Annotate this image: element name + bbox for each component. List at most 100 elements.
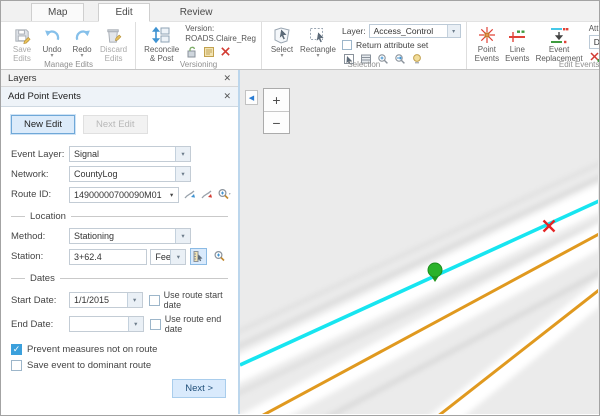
chevron-down-icon: ▾: [316, 54, 319, 58]
return-attribute-checkbox[interactable]: [342, 40, 352, 50]
map-view[interactable]: ◀ + −: [240, 70, 599, 414]
next-button[interactable]: Next >: [172, 379, 226, 398]
group-label-versioning: Versioning: [136, 60, 261, 69]
version-value: ROADS.Claire_Reg: [185, 34, 256, 44]
group-manage-edits: Save Edits Undo ▾ Redo ▾ Discar: [2, 22, 136, 69]
group-label-edit-events: Edit Events: [467, 60, 600, 69]
unlock-icon[interactable]: [185, 45, 198, 58]
station-input[interactable]: 3+62.4: [69, 249, 147, 265]
undo-button[interactable]: Undo ▾: [38, 24, 66, 59]
group-versioning: Reconcile & Post Version: ROADS.Claire_R…: [136, 22, 262, 69]
chevron-down-icon: ▾: [447, 25, 460, 37]
prevent-measures-checkbox[interactable]: ✓: [11, 344, 22, 355]
close-icon[interactable]: ✕: [223, 91, 231, 102]
event-replacement-icon: [549, 25, 569, 45]
save-edits-button[interactable]: Save Edits: [8, 24, 36, 64]
new-edit-button[interactable]: New Edit: [11, 115, 75, 134]
chevron-down-icon: ▾: [127, 293, 142, 307]
chevron-down-icon: ▾: [280, 54, 283, 58]
zoom-to-route-icon[interactable]: [217, 186, 232, 203]
station-units-dropdown[interactable]: Feet ▾: [150, 249, 186, 265]
map-background: [240, 70, 598, 414]
chevron-down-icon: ▾: [50, 54, 53, 58]
app-window: Map Edit Review Save Edits Undo ▾: [0, 0, 600, 416]
collapse-left-icon: ◀: [249, 94, 254, 102]
redo-button[interactable]: Redo ▾: [68, 24, 96, 59]
save-icon: [12, 25, 32, 45]
chevron-down-icon: ▾: [175, 147, 190, 161]
select-route-from-selection-icon[interactable]: [200, 186, 213, 203]
pick-station-on-map-icon[interactable]: [190, 248, 207, 265]
dates-section-divider: Dates: [11, 273, 228, 284]
save-to-dominant-checkbox[interactable]: [11, 360, 22, 371]
post-version-icon[interactable]: [202, 45, 215, 58]
map-zoom-control: + −: [263, 88, 290, 134]
station-label: Station:: [11, 251, 69, 262]
ribbon: Save Edits Undo ▾ Redo ▾ Discar: [1, 21, 599, 70]
line-events-icon: [507, 25, 527, 45]
delete-version-icon[interactable]: [219, 45, 232, 58]
layer-dropdown[interactable]: Access_Control ▾: [369, 24, 461, 38]
chevron-down-icon: ▾: [80, 54, 83, 58]
chevron-down-icon: ▾: [128, 317, 143, 331]
add-point-events-header[interactable]: Add Point Events ✕: [1, 87, 238, 107]
use-route-end-date-label: Use route end date: [165, 314, 228, 334]
reconcile-icon: [152, 25, 172, 45]
event-layer-dropdown[interactable]: Signal ▾: [69, 146, 191, 162]
trash-icon: [104, 25, 124, 45]
attribute-set-dropdown[interactable]: Default ▾: [589, 35, 600, 49]
zoom-in-button[interactable]: +: [264, 89, 289, 111]
tab-review[interactable]: Review: [164, 4, 229, 21]
chevron-down-icon: ▾: [170, 250, 185, 264]
chevron-down-icon: ▾: [175, 229, 190, 243]
network-dropdown[interactable]: CountyLog ▾: [69, 166, 191, 182]
method-dropdown[interactable]: Stationing ▾: [69, 228, 191, 244]
use-route-start-date-checkbox[interactable]: [149, 295, 160, 306]
close-icon[interactable]: ✕: [223, 73, 231, 84]
event-replacement-button[interactable]: Event Replacement: [534, 24, 585, 64]
group-edit-events: Point Events Line Events Event Replaceme…: [467, 22, 600, 69]
redo-icon: [72, 25, 92, 45]
rectangle-select-button[interactable]: Rectangle ▾: [298, 24, 338, 59]
chevron-down-icon: ▾: [166, 188, 178, 202]
select-route-on-map-icon[interactable]: [183, 186, 196, 203]
collapse-panel-button[interactable]: ◀: [245, 90, 258, 105]
discard-edits-button[interactable]: Discard Edits: [98, 24, 129, 64]
map-scene: [240, 70, 598, 414]
version-label: Version:: [185, 24, 256, 34]
start-date-label: Start Date:: [11, 295, 69, 306]
route-id-combobox[interactable]: 14900000700090M01 ▾: [69, 187, 179, 203]
rectangle-select-icon: [308, 25, 328, 45]
select-cursor-icon: [272, 25, 292, 45]
ribbon-tabstrip: Map Edit Review: [1, 1, 599, 21]
reconcile-post-button[interactable]: Reconcile & Post: [142, 24, 181, 64]
next-edit-button[interactable]: Next Edit: [83, 115, 148, 134]
zoom-out-button[interactable]: −: [264, 111, 289, 133]
tab-map[interactable]: Map: [31, 3, 84, 21]
save-to-dominant-label: Save event to dominant route: [27, 360, 151, 371]
end-date-picker[interactable]: ▾: [69, 316, 144, 332]
network-label: Network:: [11, 169, 69, 180]
use-route-start-date-label: Use route start date: [164, 290, 228, 310]
tab-edit[interactable]: Edit: [98, 3, 149, 22]
line-events-button[interactable]: Line Events: [503, 24, 531, 64]
start-date-picker[interactable]: 1/1/2015 ▾: [69, 292, 143, 308]
method-label: Method:: [11, 231, 69, 242]
zoom-to-station-icon[interactable]: [211, 248, 228, 265]
attribute-set-label: Attribute Set:: [589, 24, 600, 34]
undo-icon: [42, 25, 62, 45]
route-id-label: Route ID:: [11, 189, 69, 200]
layers-pane-header[interactable]: Layers ✕: [1, 70, 238, 87]
left-panel: Layers ✕ Add Point Events ✕ New Edit Nex…: [1, 70, 240, 414]
chevron-down-icon: ▾: [175, 167, 190, 181]
end-date-label: End Date:: [11, 319, 69, 330]
point-events-icon: [477, 25, 497, 45]
group-label-manage-edits: Manage Edits: [2, 60, 135, 69]
location-section-divider: Location: [11, 211, 228, 222]
layer-label: Layer:: [342, 26, 366, 36]
select-button[interactable]: Select ▾: [268, 24, 296, 59]
group-label-selection: Selection: [262, 60, 466, 69]
event-layer-label: Event Layer:: [11, 149, 69, 160]
use-route-end-date-checkbox[interactable]: [150, 319, 161, 330]
point-events-button[interactable]: Point Events: [473, 24, 501, 64]
